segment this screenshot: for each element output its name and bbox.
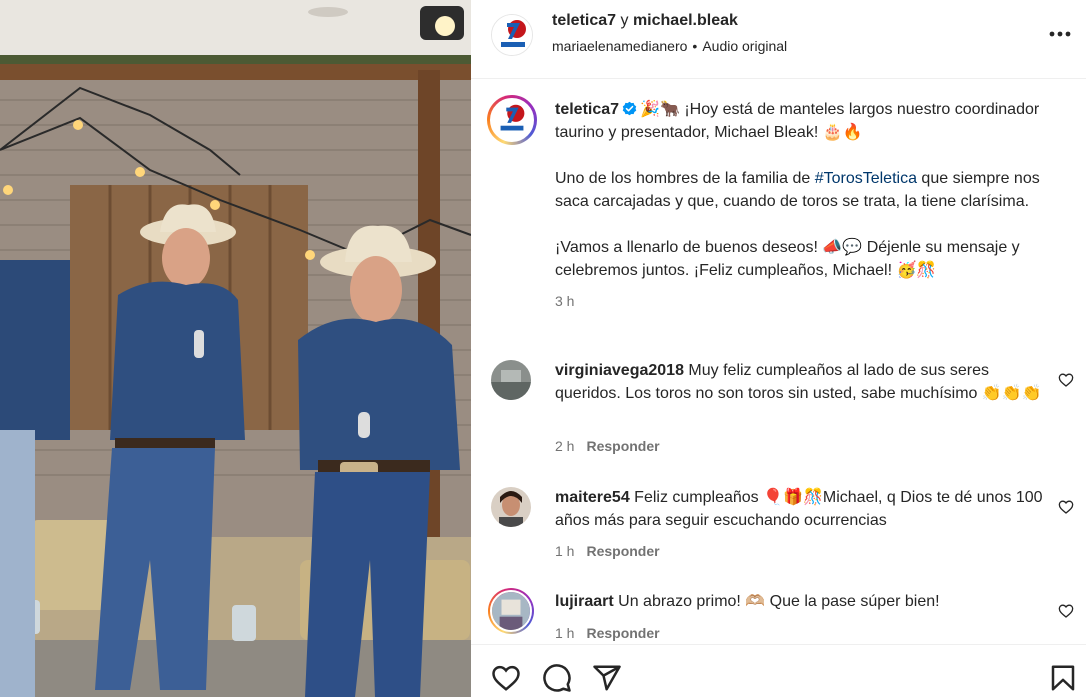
authors-conjunction: y — [620, 12, 629, 29]
hashtag-link[interactable]: #TorosTeletica — [815, 170, 917, 187]
comment-text: Un abrazo primo! 🫶🏼 Que la pase súper bi… — [618, 593, 940, 610]
comment-meta: 2 h Responder — [555, 438, 660, 454]
heart-icon[interactable] — [1058, 499, 1074, 515]
account-avatar[interactable] — [491, 14, 533, 56]
post-header: teletica7 y michael.bleak mariaelenamedi… — [471, 0, 1086, 79]
comment-timestamp[interactable]: 2 h — [555, 438, 574, 454]
commenter-avatar[interactable] — [491, 360, 531, 400]
comment-username[interactable]: maitere54 — [555, 489, 630, 506]
reply-button[interactable]: Responder — [586, 438, 659, 454]
teletica-logo-icon — [492, 100, 532, 140]
heart-icon[interactable] — [1058, 372, 1074, 388]
comment-timestamp[interactable]: 1 h — [555, 543, 574, 559]
audio-owner-link[interactable]: mariaelenamedianero — [552, 38, 687, 54]
caption-timestamp[interactable]: 3 h — [555, 290, 1065, 313]
heart-icon[interactable] — [491, 663, 521, 693]
avatar-photo — [491, 487, 531, 527]
audio-label-link[interactable]: Audio original — [702, 38, 787, 54]
avatar-photo — [490, 590, 532, 632]
audio-info: mariaelenamedianero • Audio original — [552, 37, 787, 55]
audio-separator: • — [692, 38, 698, 54]
teletica-logo-icon — [492, 15, 532, 55]
comment-meta: 1 h Responder — [555, 625, 660, 641]
comment-meta: 1 h Responder — [555, 543, 660, 559]
reply-button[interactable]: Responder — [586, 625, 659, 641]
event-photo — [0, 0, 471, 697]
reply-button[interactable]: Responder — [586, 543, 659, 559]
caption-username[interactable]: teletica7 — [555, 101, 619, 118]
author-username-secondary[interactable]: michael.bleak — [633, 12, 738, 29]
commenter-avatar[interactable] — [488, 588, 534, 634]
post-authors: teletica7 y michael.bleak — [552, 11, 738, 31]
commenter-avatar[interactable] — [491, 487, 531, 527]
caption-avatar[interactable] — [487, 95, 537, 145]
more-options-icon[interactable] — [1048, 22, 1072, 46]
comment-icon[interactable] — [542, 663, 572, 693]
comment-body: maitere54 Feliz cumpleaños 🎈🎁🎊Michael, q… — [555, 486, 1045, 532]
author-username-primary[interactable]: teletica7 — [552, 12, 616, 29]
comment-username[interactable]: lujiraart — [555, 593, 614, 610]
comment-body: lujiraart Un abrazo primo! 🫶🏼 Que la pas… — [555, 590, 1045, 613]
post-details-panel: teletica7 y michael.bleak mariaelenamedi… — [471, 0, 1086, 697]
bookmark-icon[interactable] — [1048, 663, 1078, 693]
post-media-image[interactable] — [0, 0, 471, 697]
comment-timestamp[interactable]: 1 h — [555, 625, 574, 641]
verified-badge-icon — [622, 101, 637, 116]
share-icon[interactable] — [592, 663, 622, 693]
comment-username[interactable]: virginiavega2018 — [555, 362, 684, 379]
avatar-photo — [491, 360, 531, 400]
caption-text: teletica7 🎉🐂 ¡Hoy está de manteles largos… — [555, 98, 1065, 313]
heart-icon[interactable] — [1058, 603, 1074, 619]
post-action-bar — [471, 644, 1086, 697]
caption-para-3: ¡Vamos a llenarlo de buenos deseos! 📣💬 D… — [555, 239, 1020, 279]
caption-para-2-start: Uno de los hombres de la familia de — [555, 170, 815, 187]
comment-body: virginiavega2018 Muy feliz cumpleaños al… — [555, 359, 1045, 405]
